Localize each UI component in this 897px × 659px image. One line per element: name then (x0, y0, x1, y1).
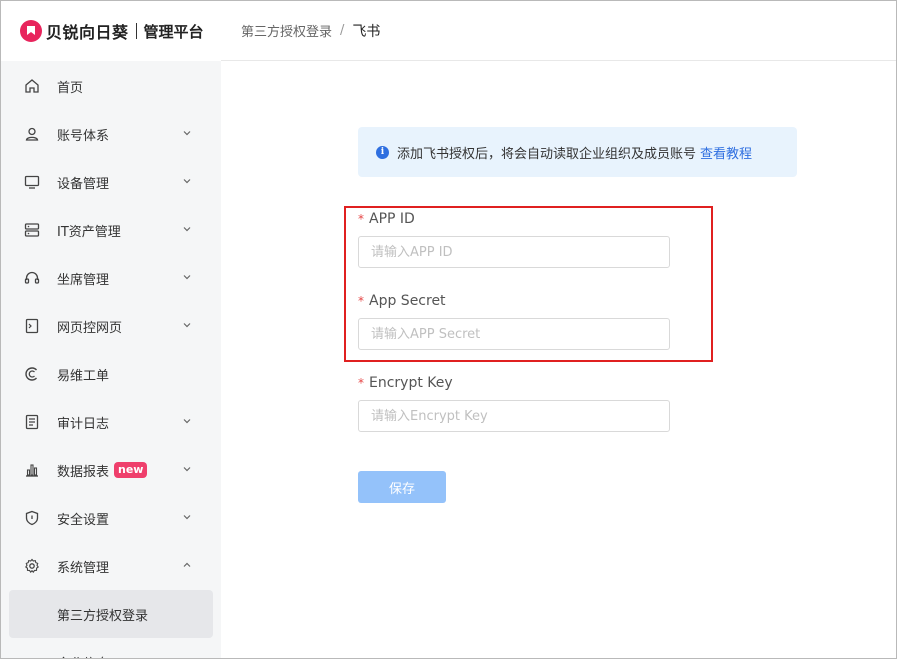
sidebar-subitem-third-party-login[interactable]: 第三方授权登录 (9, 590, 213, 638)
required-mark: * (358, 212, 364, 226)
shield-icon (23, 509, 41, 527)
sidebar-item-label: 易维工单 (57, 368, 110, 384)
encrypt-key-label-text: Encrypt Key (369, 375, 453, 391)
sidebar-item-label: IT资产管理 (57, 224, 121, 240)
required-mark: * (358, 294, 364, 308)
app-secret-input[interactable] (358, 318, 670, 350)
sidebar-item-reports[interactable]: 数据报表 new (1, 446, 221, 494)
app-window: 贝锐向日葵 管理平台 首页 账号体系 设备管理 IT资产管理 坐席管理 网页控网… (0, 0, 897, 659)
sidebar-item-label: 网页控网页 (57, 320, 123, 336)
sidebar-item-label: 首页 (57, 80, 84, 96)
chevron-down-icon (183, 275, 191, 280)
chevron-down-icon (183, 227, 191, 232)
sidebar-item-seats[interactable]: 坐席管理 (1, 254, 221, 302)
brand-name: 贝锐向日葵 (46, 23, 129, 42)
chevron-up-icon (183, 562, 191, 567)
sidebar-item-label: 审计日志 (57, 416, 110, 432)
app-id-label-text: APP ID (369, 211, 415, 227)
sidebar-subitem-company-info[interactable]: 企业信息 (1, 638, 221, 659)
sidebar-item-system[interactable]: 系统管理 (1, 542, 221, 590)
chevron-down-icon (183, 419, 191, 424)
app-secret-label: * App Secret (358, 291, 670, 311)
required-mark: * (358, 376, 364, 390)
sidebar-item-accounts[interactable]: 账号体系 (1, 110, 221, 158)
sidebar-item-devices[interactable]: 设备管理 (1, 158, 221, 206)
brand-logo-icon (20, 20, 42, 42)
log-icon (23, 413, 41, 431)
chevron-down-icon (183, 467, 191, 472)
brand-divider (135, 23, 137, 39)
breadcrumb-current: 飞书 (352, 23, 381, 40)
breadcrumb-parent[interactable]: 第三方授权登录 (241, 21, 332, 40)
app-id-label: * APP ID (358, 209, 670, 229)
sidebar-item-label: 安全设置 (57, 512, 110, 528)
chevron-down-icon (183, 179, 191, 184)
save-button[interactable]: 保存 (358, 471, 446, 503)
chevron-down-icon (183, 323, 191, 328)
info-banner: i 添加飞书授权后，将会自动读取企业组织及成员账号 查看教程 (358, 127, 797, 177)
encrypt-key-input[interactable] (358, 400, 670, 432)
sidebar: 贝锐向日葵 管理平台 首页 账号体系 设备管理 IT资产管理 坐席管理 网页控网… (1, 1, 221, 659)
app-secret-label-text: App Secret (369, 293, 446, 309)
encrypt-key-field-group: * Encrypt Key (358, 373, 670, 432)
sidebar-item-label: 数据报表 (57, 464, 110, 480)
sidebar-nav: 首页 账号体系 设备管理 IT资产管理 坐席管理 网页控网页 易维工单 审计日志… (1, 61, 221, 659)
bar-chart-icon (23, 461, 41, 479)
breadcrumb-separator: / (340, 23, 345, 38)
app-id-field-group: * APP ID (358, 209, 670, 268)
sidebar-item-security[interactable]: 安全设置 (1, 494, 221, 542)
sidebar-item-home[interactable]: 首页 (1, 62, 221, 110)
sidebar-item-label: 坐席管理 (57, 272, 110, 288)
info-icon: i (376, 145, 389, 159)
sidebar-item-web-control[interactable]: 网页控网页 (1, 302, 221, 350)
view-tutorial-link[interactable]: 查看教程 (700, 143, 752, 162)
brand-subtitle: 管理平台 (143, 22, 204, 41)
gear-icon (23, 557, 41, 575)
sidebar-item-tickets[interactable]: 易维工单 (1, 350, 221, 398)
sidebar-item-label: 账号体系 (57, 128, 110, 144)
monitor-icon (23, 173, 41, 191)
info-text: 添加飞书授权后，将会自动读取企业组织及成员账号 (397, 146, 697, 162)
app-secret-field-group: * App Secret (358, 291, 670, 350)
sidebar-item-it-assets[interactable]: IT资产管理 (1, 206, 221, 254)
home-icon (23, 77, 41, 95)
server-icon (23, 221, 41, 239)
sidebar-item-label: 设备管理 (57, 176, 110, 192)
headset-icon (23, 269, 41, 287)
logo-bar: 贝锐向日葵 管理平台 (1, 1, 221, 61)
user-icon (23, 125, 41, 143)
main-content: i 添加飞书授权后，将会自动读取企业组织及成员账号 查看教程 * APP ID … (221, 62, 896, 658)
encrypt-key-label: * Encrypt Key (358, 373, 670, 393)
browser-icon (23, 317, 41, 335)
chevron-down-icon (183, 515, 191, 520)
app-id-input[interactable] (358, 236, 670, 268)
new-badge: new (114, 462, 148, 478)
ticket-icon (23, 365, 41, 383)
sidebar-item-label: 系统管理 (57, 560, 110, 576)
sidebar-item-audit-log[interactable]: 审计日志 (1, 398, 221, 446)
chevron-down-icon (183, 131, 191, 136)
breadcrumb: 第三方授权登录 / 飞书 (221, 1, 896, 61)
